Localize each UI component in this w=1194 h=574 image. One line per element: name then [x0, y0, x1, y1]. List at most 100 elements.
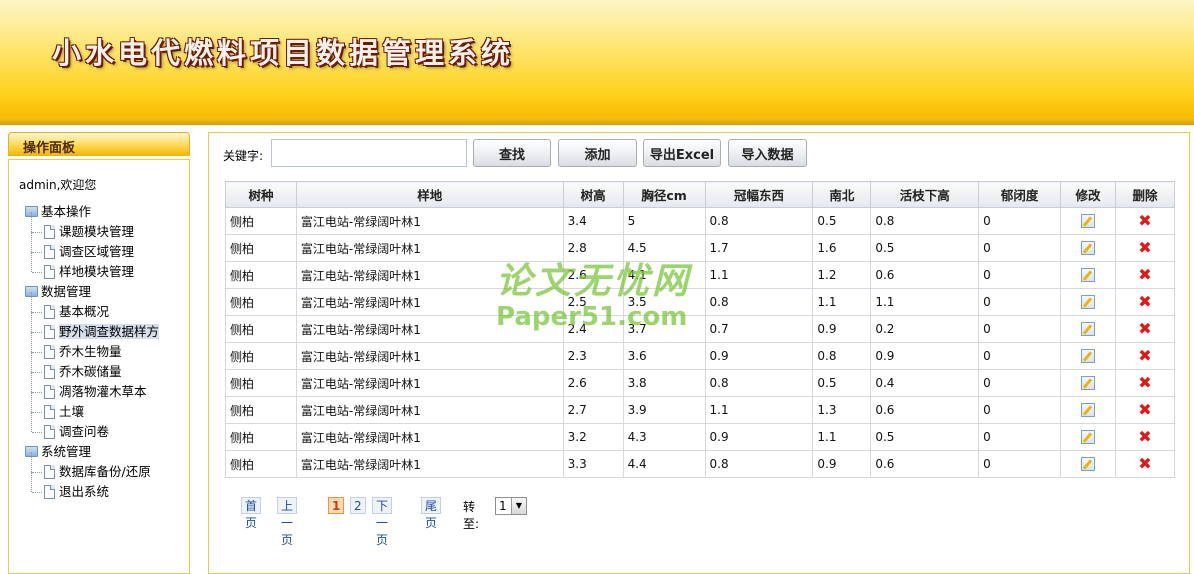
delete-icon[interactable]: ✖: [1138, 211, 1151, 230]
table-cell: 0: [978, 342, 1062, 370]
document-icon: [44, 465, 55, 479]
table-cell: 3.3: [562, 450, 624, 478]
last-page-link[interactable]: 尾页: [421, 497, 442, 530]
goto-label: 转至:: [463, 500, 480, 531]
nav-item-0-0[interactable]: 课题模块管理: [23, 212, 159, 242]
table-body: 侧柏 富江电站-常绿阔叶林1 3.4 5 0.8 0.5 0.8 0 ✖ 侧柏 富江电站-常绿阔叶林…: [225, 207, 1176, 478]
table-cell: 侧柏: [225, 261, 297, 289]
search-button[interactable]: 查找: [473, 139, 551, 167]
edit-icon[interactable]: [1081, 268, 1096, 283]
nav-group-0[interactable]: 基本操作: [23, 202, 159, 222]
edit-icon[interactable]: [1081, 376, 1096, 391]
edit-cell: [1060, 288, 1116, 316]
nav-group-1[interactable]: 数据管理: [23, 282, 159, 302]
nav-item-0-2[interactable]: 样地模块管理: [23, 252, 159, 282]
edit-icon[interactable]: [1081, 430, 1096, 445]
delete-cell: ✖: [1114, 396, 1176, 424]
delete-icon[interactable]: ✖: [1138, 427, 1151, 446]
document-icon: [44, 305, 55, 319]
delete-icon[interactable]: ✖: [1138, 319, 1151, 338]
table-cell: 0: [978, 315, 1062, 343]
document-icon: [44, 245, 55, 259]
nav-item-1-0[interactable]: 基本概况: [23, 292, 159, 322]
table-cell: 3.6: [622, 342, 706, 370]
column-header: 删除: [1114, 181, 1176, 208]
edit-cell: [1060, 423, 1116, 451]
add-button[interactable]: 添加: [558, 139, 637, 167]
import-data-button[interactable]: 导入数据: [728, 139, 807, 167]
nav-item-label: 样地模块管理: [59, 264, 135, 279]
edit-icon[interactable]: [1081, 349, 1096, 364]
delete-icon[interactable]: ✖: [1138, 292, 1151, 311]
edit-cell: [1060, 396, 1116, 424]
table-cell: 富江电站-常绿阔叶林1: [295, 369, 564, 397]
table-cell: 1.7: [704, 234, 814, 262]
column-header: 树种: [225, 181, 297, 208]
sidebar: 操作面板 admin,欢迎您 基本操作 课题模块管理 调查区域管理 样地模块管理 数据管…: [8, 132, 190, 574]
chevron-down-icon: ▼: [511, 498, 526, 514]
delete-icon[interactable]: ✖: [1138, 346, 1151, 365]
table-cell: 0.5: [870, 423, 980, 451]
tree-line: [31, 392, 32, 412]
document-icon: [44, 325, 55, 339]
delete-icon[interactable]: ✖: [1138, 238, 1151, 257]
table-cell: 3.9: [622, 396, 706, 424]
nav-item-1-4[interactable]: 凋落物灌木草本: [23, 372, 159, 402]
table-cell: 富江电站-常绿阔叶林1: [295, 396, 564, 424]
delete-cell: ✖: [1114, 261, 1176, 289]
table-cell: 侧柏: [225, 450, 297, 478]
delete-icon[interactable]: ✖: [1138, 400, 1151, 419]
table-row: 侧柏 富江电站-常绿阔叶林1 2.3 3.6 0.9 0.8 0.9 0 ✖: [225, 342, 1176, 370]
page-link-1[interactable]: 1: [328, 497, 345, 514]
nav-item-1-2[interactable]: 乔木生物量: [23, 332, 159, 362]
nav-group-2[interactable]: 系统管理: [23, 442, 159, 462]
tree-line: [32, 432, 42, 433]
edit-icon[interactable]: [1081, 241, 1096, 256]
delete-icon[interactable]: ✖: [1138, 454, 1151, 473]
nav-item-label: 乔木生物量: [59, 344, 122, 359]
welcome-text: admin,欢迎您: [19, 178, 97, 192]
tree-line: [32, 312, 42, 313]
edit-cell: [1060, 450, 1116, 478]
nav-item-1-1[interactable]: 野外调查数据样方: [23, 312, 160, 342]
nav-item-1-6[interactable]: 调查问卷: [23, 412, 159, 442]
export-excel-button[interactable]: 导出Excel: [643, 139, 721, 167]
nav-item-2-1[interactable]: 退出系统: [23, 472, 159, 502]
page-link-2[interactable]: 2: [350, 497, 366, 514]
table-cell: 侧柏: [225, 234, 297, 262]
column-header: 样地: [295, 181, 564, 208]
edit-icon[interactable]: [1081, 214, 1096, 229]
tree-line: [31, 252, 32, 272]
delete-icon[interactable]: ✖: [1138, 265, 1151, 284]
keyword-input[interactable]: [271, 139, 467, 167]
delete-icon[interactable]: ✖: [1138, 373, 1151, 392]
nav-item-1-5[interactable]: 土壤: [23, 392, 159, 422]
nav-item-1-3[interactable]: 乔木碳储量: [23, 352, 159, 382]
tree-line: [31, 312, 32, 332]
first-page-link[interactable]: 首页: [241, 497, 262, 530]
table-cell: 1.3: [812, 396, 872, 424]
table-cell: 富江电站-常绿阔叶林1: [295, 450, 564, 478]
nav-group-label: 系统管理: [41, 444, 92, 459]
edit-icon[interactable]: [1081, 403, 1096, 418]
edit-icon[interactable]: [1081, 322, 1096, 337]
nav-item-0-1[interactable]: 调查区域管理: [23, 232, 159, 262]
goto-page-select[interactable]: 1 ▼: [495, 497, 527, 515]
prev-page-link[interactable]: 上一页: [277, 497, 298, 547]
table-cell: 0.9: [704, 423, 814, 451]
table-cell: 0.5: [870, 234, 980, 262]
table-cell: 3.7: [622, 315, 706, 343]
table-cell: 0.9: [812, 450, 872, 478]
table-cell: 0.6: [870, 450, 980, 478]
nav-item-label: 退出系统: [59, 484, 110, 499]
data-table: 树种 样地 树高 胸径cm 冠幅东西 南北 活枝下高 郁闭度 修改 删除 侧柏 富江电站-常绿阔叶林…: [225, 181, 1176, 478]
nav-item-label: 野外调查数据样方: [59, 324, 160, 339]
edit-cell: [1060, 369, 1116, 397]
nav-item-2-0[interactable]: 数据库备份/还原: [23, 452, 159, 482]
edit-icon[interactable]: [1081, 295, 1096, 310]
table-cell: 3.8: [622, 369, 706, 397]
document-icon: [44, 225, 55, 239]
edit-icon[interactable]: [1081, 457, 1096, 472]
next-page-link[interactable]: 下一页: [372, 497, 393, 547]
table-cell: 2.8: [562, 234, 624, 262]
